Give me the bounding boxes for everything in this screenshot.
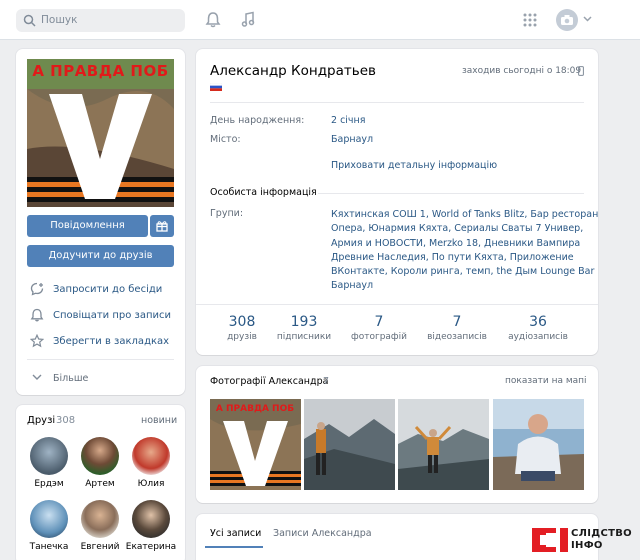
search-icon bbox=[23, 14, 36, 27]
friend-item[interactable]: Ердэм bbox=[22, 437, 76, 489]
counter-friends[interactable]: 308 друзів bbox=[212, 314, 272, 342]
star-icon bbox=[30, 334, 44, 348]
counter-followers[interactable]: 193 підписники bbox=[270, 314, 338, 342]
birthday-label: День народження: bbox=[210, 115, 305, 126]
friends-title[interactable]: Друзі bbox=[27, 415, 55, 426]
divider bbox=[210, 102, 584, 103]
invite-chat-link[interactable]: Запросити до бесіди bbox=[53, 284, 162, 295]
more-link[interactable]: Більше bbox=[53, 373, 88, 384]
counter-label: підписники bbox=[276, 332, 332, 342]
camera-icon bbox=[561, 15, 573, 25]
mobile-icon bbox=[578, 66, 584, 76]
message-button-label: Повідомлення bbox=[50, 220, 125, 231]
groups-line[interactable]: Армия и НОВОСТИ, Merzko 18, Дневники Вам… bbox=[331, 237, 598, 251]
counter-value: 193 bbox=[290, 314, 318, 330]
profile-avatar[interactable]: А ПРАВДА ПОБ bbox=[27, 59, 174, 207]
counter-value: 7 bbox=[452, 314, 462, 330]
user-avatar[interactable] bbox=[556, 9, 578, 31]
counter-videos[interactable]: 7 відеозаписів bbox=[422, 314, 492, 342]
friend-avatar bbox=[132, 437, 170, 475]
divider bbox=[27, 359, 174, 360]
photo-thumbnail[interactable] bbox=[304, 399, 395, 490]
friend-item[interactable]: Екатерина bbox=[124, 500, 178, 552]
friend-name: Екатерина bbox=[125, 542, 177, 552]
photo-thumbnail[interactable]: А ПРАВДА ПОБ bbox=[210, 399, 301, 490]
friend-avatar bbox=[30, 437, 68, 475]
add-friend-button-label: Додучити до друзів bbox=[48, 250, 153, 261]
chevron-down-icon[interactable] bbox=[583, 16, 592, 22]
friend-avatar bbox=[30, 500, 68, 538]
counter-value: 36 bbox=[529, 314, 547, 330]
last-seen-status: заходив сьогодні о 18:09 bbox=[462, 66, 582, 76]
friends-news-link[interactable]: новини bbox=[141, 415, 177, 426]
svg-text:А ПРАВДА ПОБ: А ПРАВДА ПОБ bbox=[216, 404, 294, 414]
counter-label: аудіозаписів bbox=[508, 332, 568, 342]
counter-label: фотографій bbox=[351, 332, 407, 342]
friend-avatar bbox=[132, 500, 170, 538]
invite-chat-icon bbox=[30, 282, 44, 296]
friend-avatar bbox=[81, 500, 119, 538]
groups-line[interactable]: Древние Наследия, По пути Кяхта, Приложе… bbox=[331, 251, 598, 265]
russia-flag-icon bbox=[210, 83, 222, 91]
groups-list: Кяхтинская СОШ 1, World of Tanks Blitz, … bbox=[331, 208, 598, 294]
friend-name: Юлия bbox=[137, 479, 165, 489]
counter-photos[interactable]: 7 фотографій bbox=[347, 314, 411, 342]
top-bar: Пошук bbox=[0, 0, 640, 40]
show-on-map-link[interactable]: показати на мапі bbox=[505, 376, 587, 386]
gift-button[interactable] bbox=[150, 215, 174, 237]
notify-posts-link[interactable]: Сповіщати про записи bbox=[53, 310, 171, 321]
groups-label: Групи: bbox=[210, 208, 244, 219]
friend-name: Танечка bbox=[29, 542, 69, 552]
counter-value: 7 bbox=[374, 314, 384, 330]
watermark-line1: СЛІДСТВО bbox=[571, 528, 632, 539]
message-button[interactable]: Повідомлення bbox=[27, 215, 148, 237]
city-label: Місто: bbox=[210, 134, 241, 145]
tab-all-posts[interactable]: Усі записи bbox=[210, 528, 261, 539]
counter-label: друзів bbox=[227, 332, 257, 342]
counter-value: 308 bbox=[228, 314, 256, 330]
photo-thumbnail[interactable] bbox=[493, 399, 584, 490]
friend-item[interactable]: Артем bbox=[73, 437, 127, 489]
search-box[interactable]: Пошук bbox=[16, 9, 185, 32]
counter-audio[interactable]: 36 аудіозаписів bbox=[502, 314, 574, 342]
photo-thumbnail[interactable] bbox=[398, 399, 489, 490]
personal-info-header: Особиста інформація bbox=[210, 187, 317, 198]
groups-line[interactable]: Барнаул bbox=[331, 279, 598, 293]
friend-item[interactable]: Юлия bbox=[124, 437, 178, 489]
divider bbox=[196, 304, 598, 305]
groups-line[interactable]: Опера, Юнармия Кяхта, Сериалы Сваты 7 Ун… bbox=[331, 222, 598, 236]
counter-label: відеозаписів bbox=[427, 332, 487, 342]
add-friend-button[interactable]: Додучити до друзів bbox=[27, 245, 174, 267]
city-value[interactable]: Барнаул bbox=[331, 134, 373, 145]
music-icon[interactable] bbox=[240, 11, 256, 28]
photos-count: 7 bbox=[323, 376, 330, 387]
friend-item[interactable]: Танечка bbox=[22, 500, 76, 552]
watermark-line2: ІНФО bbox=[571, 540, 603, 551]
groups-line[interactable]: Кяхтинская СОШ 1, World of Tanks Blitz, … bbox=[331, 208, 598, 222]
tab-active-indicator bbox=[205, 546, 263, 548]
apps-grid-icon[interactable] bbox=[523, 13, 537, 27]
friends-count: 308 bbox=[56, 415, 76, 426]
friend-name: Евгений bbox=[80, 542, 120, 552]
friend-avatar bbox=[81, 437, 119, 475]
chevron-down-icon bbox=[32, 374, 42, 380]
search-input[interactable]: Пошук bbox=[41, 14, 77, 26]
watermark-logo: СЛІДСТВО ІНФО bbox=[532, 525, 632, 558]
friend-name: Ердэм bbox=[34, 479, 64, 489]
divider bbox=[318, 193, 584, 194]
avatar-banner-text: А ПРАВДА ПОБ bbox=[32, 62, 169, 80]
groups-line[interactable]: ВКонтакте, Короли ринга, темп, the Дым L… bbox=[331, 265, 598, 279]
bookmark-link[interactable]: Зберегти в закладках bbox=[53, 336, 169, 347]
profile-info-card bbox=[196, 49, 598, 355]
hide-details-link[interactable]: Приховати детальну інформацію bbox=[331, 160, 497, 171]
profile-name: Александр Кондратьев bbox=[210, 63, 376, 79]
notify-bell-icon bbox=[30, 308, 44, 322]
tab-owner-posts[interactable]: Записи Александра bbox=[273, 528, 372, 539]
birthday-value[interactable]: 2 січня bbox=[331, 115, 365, 126]
gift-icon bbox=[156, 221, 168, 232]
friend-name: Артем bbox=[85, 479, 115, 489]
bell-icon[interactable] bbox=[205, 11, 221, 28]
photos-title[interactable]: Фотографії Александра bbox=[210, 376, 328, 387]
friend-item[interactable]: Евгений bbox=[73, 500, 127, 552]
